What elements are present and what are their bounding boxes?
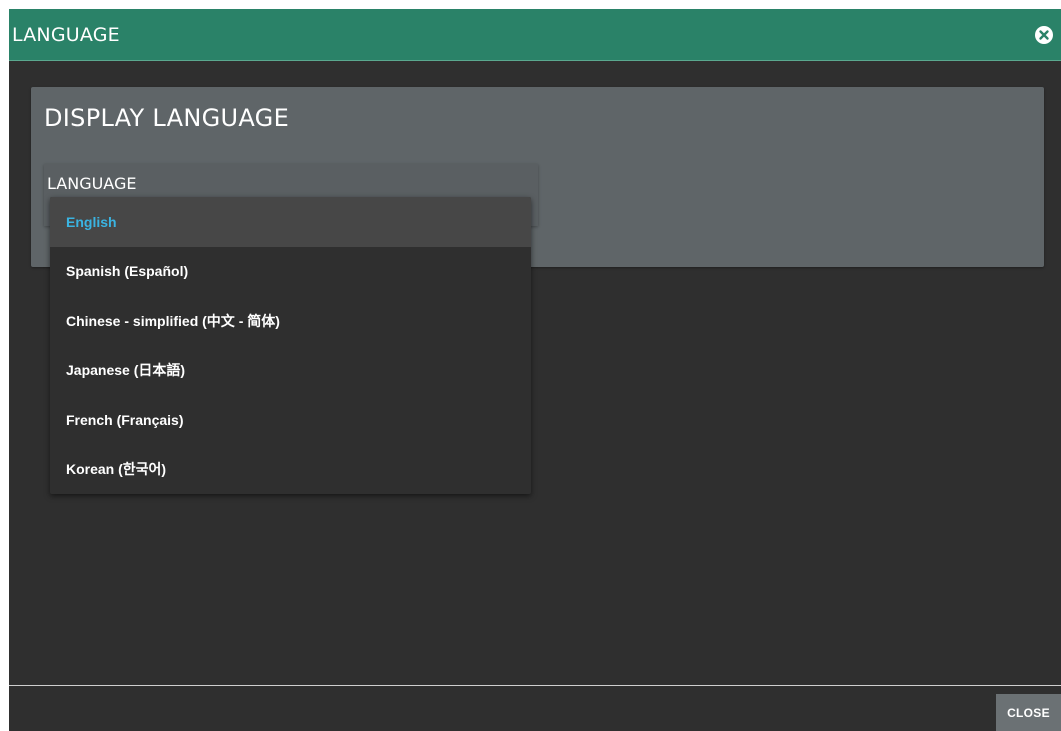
language-option-spanish[interactable]: Spanish (Español) (50, 247, 531, 297)
panel-title: DISPLAY LANGUAGE (44, 104, 290, 132)
language-option-english[interactable]: English (50, 197, 531, 247)
footer-divider (9, 685, 1061, 686)
language-dropdown-menu: English Spanish (Español) Chinese - simp… (50, 197, 531, 494)
close-circle-icon[interactable] (1035, 26, 1053, 44)
language-dialog: LANGUAGE DISPLAY LANGUAGE LANGUAGE Engli… (9, 9, 1061, 731)
language-option-french[interactable]: French (Français) (50, 395, 531, 445)
language-option-korean[interactable]: Korean (한국어) (50, 445, 531, 495)
language-field-label: LANGUAGE (47, 174, 137, 193)
language-option-chinese-simplified[interactable]: Chinese - simplified (中文 - 简体) (50, 296, 531, 346)
title-bar: LANGUAGE (9, 9, 1061, 61)
close-button[interactable]: CLOSE (996, 694, 1061, 731)
dialog-title: LANGUAGE (12, 24, 120, 46)
language-option-japanese[interactable]: Japanese (日本語) (50, 346, 531, 396)
